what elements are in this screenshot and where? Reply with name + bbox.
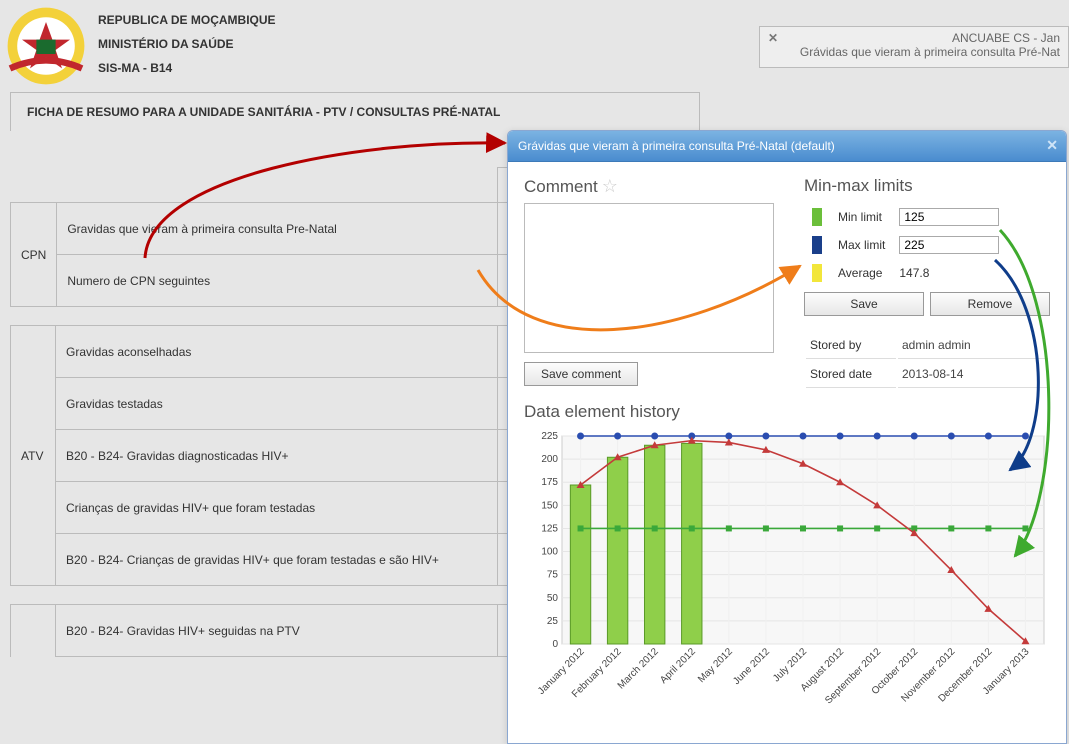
row-label: B20 - B24- Gravidas diagnosticadas HIV+	[56, 430, 498, 482]
svg-text:July 2012: July 2012	[771, 646, 809, 684]
average-value: 147.8	[893, 260, 1005, 286]
header-country: REPUBLICA DE MOÇAMBIQUE	[98, 8, 276, 32]
svg-text:50: 50	[547, 593, 559, 604]
remove-button[interactable]: Remove	[930, 292, 1050, 316]
popup-title-bar[interactable]: Grávidas que vieram à primeira consulta …	[508, 131, 1066, 162]
min-limit-swatch	[812, 208, 822, 226]
stored-by-value: admin admin	[898, 332, 1048, 359]
svg-text:225: 225	[541, 431, 558, 442]
section-label-atv: ATV	[11, 326, 56, 586]
max-limit-label: Max limit	[832, 232, 891, 258]
svg-text:150: 150	[541, 500, 558, 511]
svg-text:May 2012: May 2012	[696, 646, 735, 685]
row-label: Gravidas aconselhadas	[56, 326, 498, 378]
close-icon[interactable]: ✕	[1046, 137, 1058, 154]
stored-by-label: Stored by	[806, 332, 896, 359]
stored-date-label: Stored date	[806, 361, 896, 388]
average-swatch	[812, 264, 822, 282]
row-label: B20 - B24- Gravidas HIV+ seguidas na PTV	[56, 605, 498, 657]
popup-title-text: Grávidas que vieram à primeira consulta …	[518, 139, 835, 153]
mozambique-emblem	[6, 6, 86, 86]
svg-text:75: 75	[547, 570, 559, 581]
stored-date-value: 2013-08-14	[898, 361, 1048, 388]
header-ministry: MINISTÉRIO DA SAÚDE	[98, 32, 276, 56]
form-title: FICHA DE RESUMO PARA A UNIDADE SANITÁRIA…	[10, 92, 700, 131]
average-label: Average	[832, 260, 891, 286]
section-label-cpn: CPN	[11, 203, 57, 307]
min-limit-input[interactable]	[899, 208, 999, 226]
notification-subtitle: Grávidas que vieram à primeira consulta …	[768, 45, 1060, 59]
svg-text:125: 125	[541, 523, 558, 534]
minmax-heading: Min-max limits	[804, 176, 1050, 196]
chart-heading: Data element history	[508, 402, 1066, 422]
svg-text:100: 100	[541, 547, 558, 558]
row-label: Crianças de gravidas HIV+ que foram test…	[56, 482, 498, 534]
svg-text:0: 0	[552, 639, 558, 650]
comment-textarea[interactable]	[524, 203, 774, 353]
history-popup: Grávidas que vieram à primeira consulta …	[507, 130, 1067, 744]
history-chart: 0255075100125150175200225January 2012Feb…	[524, 426, 1054, 726]
row-label: Gravidas testadas	[56, 378, 498, 430]
svg-text:June 2012: June 2012	[731, 646, 772, 687]
comment-heading: Comment ☆	[524, 176, 784, 197]
row-label: B20 - B24- Crianças de gravidas HIV+ que…	[56, 534, 498, 586]
row-label: Gravidas que vieram à primeira consulta …	[57, 203, 498, 255]
notification-title: ANCUABE CS - Jan	[768, 31, 1060, 45]
svg-text:April 2012: April 2012	[658, 646, 698, 686]
close-icon[interactable]: ✕	[768, 31, 778, 45]
min-limit-label: Min limit	[832, 204, 891, 230]
header-system: SIS-MA - B14	[98, 56, 276, 80]
max-limit-input[interactable]	[899, 236, 999, 254]
svg-text:200: 200	[541, 454, 558, 465]
save-comment-button[interactable]: Save comment	[524, 362, 638, 386]
svg-text:175: 175	[541, 477, 558, 488]
row-label: Numero de CPN seguintes	[57, 255, 498, 307]
notification-toast: ✕ ANCUABE CS - Jan Grávidas que vieram à…	[759, 26, 1069, 68]
max-limit-swatch	[812, 236, 822, 254]
save-button[interactable]: Save	[804, 292, 924, 316]
star-icon[interactable]: ☆	[602, 176, 618, 197]
svg-text:March 2012: March 2012	[616, 646, 661, 691]
svg-text:25: 25	[547, 616, 559, 627]
